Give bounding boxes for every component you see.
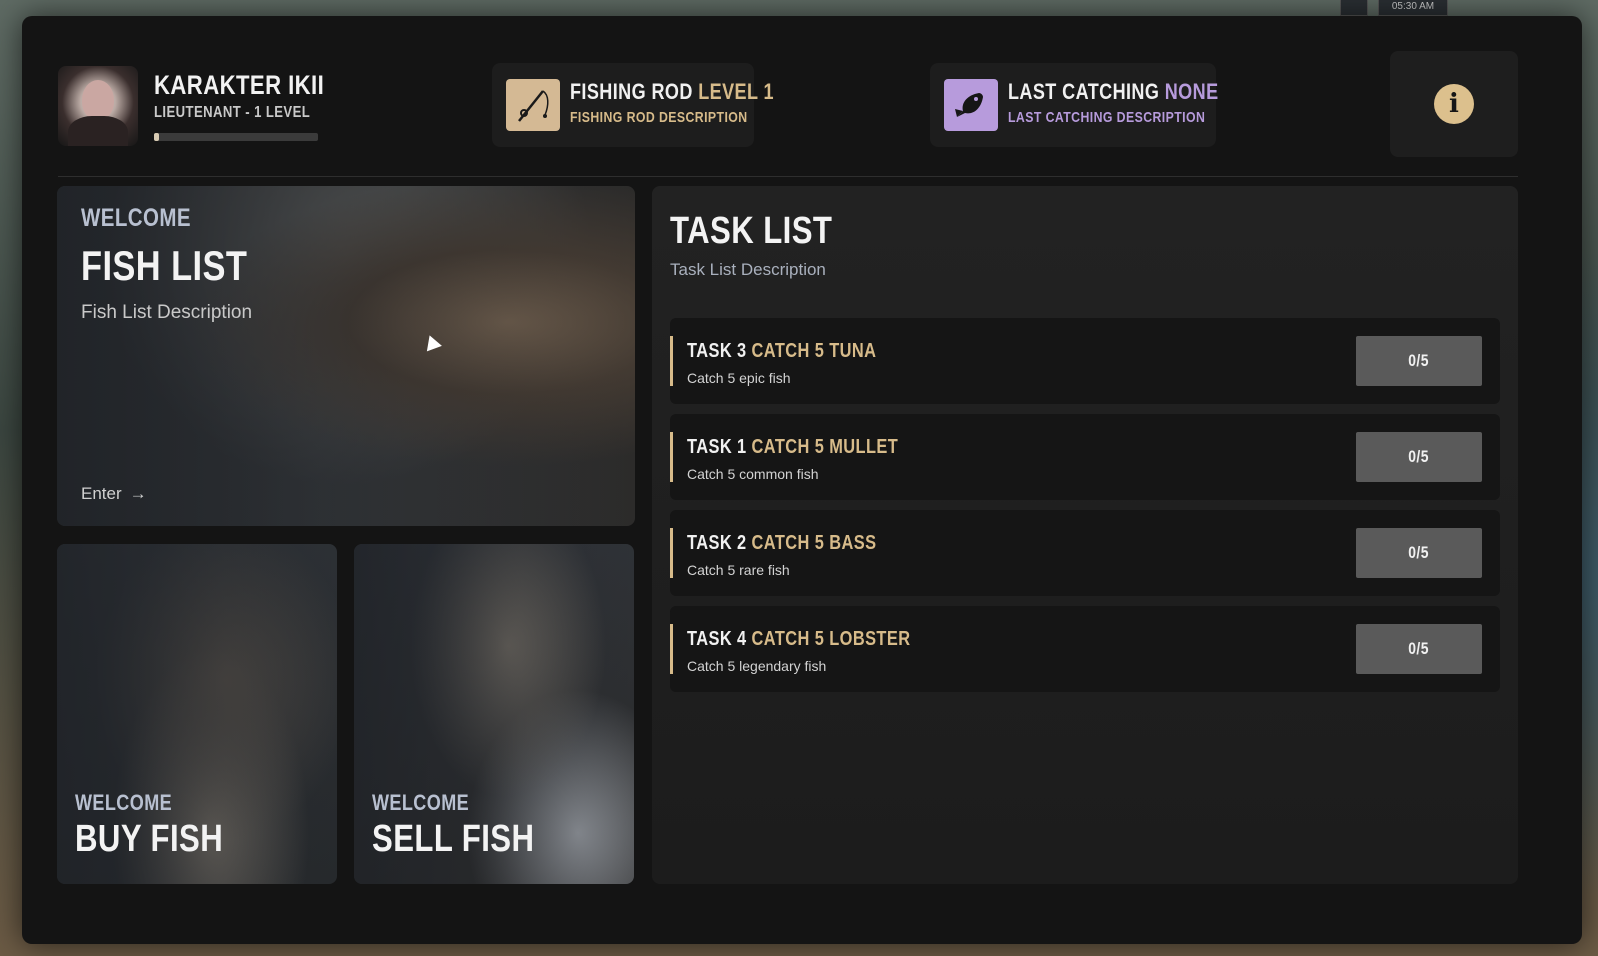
task-list-title: TASK LIST	[670, 210, 833, 252]
task-subtitle: Catch 5 rare fish	[687, 562, 790, 578]
enter-label: Enter	[81, 484, 122, 503]
task-accent-bar	[670, 624, 673, 674]
task-row: TASK 4 CATCH 5 LOBSTER Catch 5 legendary…	[670, 606, 1500, 692]
task-subtitle: Catch 5 common fish	[687, 466, 819, 482]
sell-fish-card[interactable]: WELCOME SELL FISH	[354, 544, 634, 884]
arrow-right-icon: →	[129, 484, 147, 503]
hud-clock: 05:30 AM	[1378, 0, 1448, 16]
task-title: TASK 1 CATCH 5 MULLET	[687, 436, 899, 458]
task-title: TASK 3 CATCH 5 TUNA	[687, 340, 877, 362]
task-progress-button[interactable]: 0/5	[1356, 528, 1482, 578]
task-accent-bar	[670, 336, 673, 386]
player-name: KARAKTER IKII	[154, 70, 325, 100]
xp-progress-bar	[154, 133, 318, 141]
card-overlay	[57, 186, 635, 526]
task-accent-bar	[670, 528, 673, 578]
task-title: TASK 4 CATCH 5 LOBSTER	[687, 628, 911, 650]
fish-list-description: Fish List Description	[81, 302, 253, 323]
player-avatar	[58, 66, 138, 146]
task-subtitle: Catch 5 epic fish	[687, 370, 791, 386]
fishing-rod-description: FISHING ROD DESCRIPTION	[570, 109, 748, 126]
fish-list-enter-link[interactable]: Enter →	[81, 484, 147, 504]
task-list-panel: TASK LIST Task List Description TASK 3 C…	[652, 186, 1518, 884]
fish-icon	[944, 79, 998, 131]
sell-fish-kicker: WELCOME	[372, 790, 470, 815]
hud-icon-box	[1340, 0, 1368, 16]
task-list-description: Task List Description	[670, 260, 826, 279]
header-divider	[58, 176, 1518, 177]
fish-list-kicker: WELCOME	[81, 204, 191, 232]
last-catching-description: LAST CATCHING DESCRIPTION	[1008, 109, 1206, 126]
info-button[interactable]: i	[1390, 51, 1518, 157]
task-subtitle: Catch 5 legendary fish	[687, 658, 827, 674]
fish-list-title: FISH LIST	[81, 242, 248, 289]
task-accent-bar	[670, 432, 673, 482]
fish-list-card[interactable]: WELCOME FISH LIST Fish List Description …	[57, 186, 635, 526]
buy-fish-card[interactable]: WELCOME BUY FISH	[57, 544, 337, 884]
fishing-rod-icon	[506, 79, 560, 131]
task-row: TASK 1 CATCH 5 MULLET Catch 5 common fis…	[670, 414, 1500, 500]
fishing-menu-panel: KARAKTER IKII LIEUTENANT - 1 LEVEL FISHI…	[22, 16, 1582, 944]
fishing-rod-card: FISHING ROD LEVEL 1 FISHING ROD DESCRIPT…	[492, 63, 774, 147]
sell-fish-title: SELL FISH	[372, 818, 535, 860]
fishing-rod-title: FISHING ROD LEVEL 1	[570, 79, 774, 104]
info-icon: i	[1434, 84, 1474, 124]
task-progress-button[interactable]: 0/5	[1356, 432, 1482, 482]
task-row: TASK 3 CATCH 5 TUNA Catch 5 epic fish 0/…	[670, 318, 1500, 404]
task-title: TASK 2 CATCH 5 BASS	[687, 532, 877, 554]
buy-fish-kicker: WELCOME	[75, 790, 173, 815]
buy-fish-title: BUY FISH	[75, 818, 224, 860]
last-catching-title: LAST CATCHING NONE	[1008, 79, 1219, 104]
task-row: TASK 2 CATCH 5 BASS Catch 5 rare fish 0/…	[670, 510, 1500, 596]
last-catching-card: LAST CATCHING NONE LAST CATCHING DESCRIP…	[930, 63, 1218, 147]
player-rank: LIEUTENANT - 1 LEVEL	[154, 104, 311, 121]
task-progress-button[interactable]: 0/5	[1356, 624, 1482, 674]
xp-progress-fill	[154, 133, 159, 141]
task-progress-button[interactable]: 0/5	[1356, 336, 1482, 386]
